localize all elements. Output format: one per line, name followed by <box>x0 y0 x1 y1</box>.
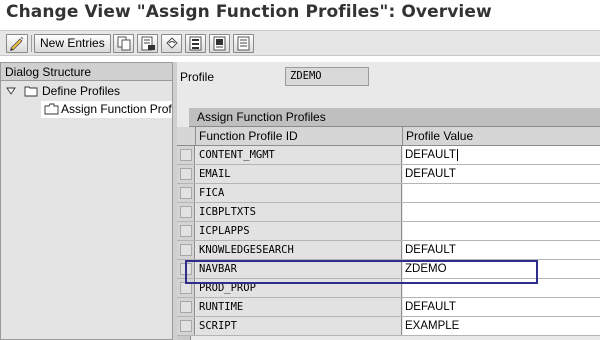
profile-value-input[interactable]: DEFAULT <box>403 146 600 164</box>
row-selector[interactable] <box>177 279 195 297</box>
title-bar: Change View "Assign Function Profiles": … <box>0 0 600 28</box>
text-cursor <box>456 148 458 161</box>
row-selector[interactable] <box>177 222 195 240</box>
folder-icon <box>44 103 59 115</box>
column-header-profile-value[interactable]: Profile Value <box>403 127 600 146</box>
row-selector[interactable] <box>177 165 195 183</box>
page-title: Change View "Assign Function Profiles": … <box>6 2 492 22</box>
function-profile-id-cell: NAVBAR <box>196 260 402 278</box>
toolbar-separator <box>31 35 32 52</box>
main-content: Profile ZDEMO Assign Function Profiles F… <box>177 62 600 340</box>
profile-label: Profile <box>180 70 215 84</box>
profile-value-input[interactable]: DEFAULT <box>403 298 600 316</box>
delete-icon[interactable] <box>137 34 158 53</box>
function-profile-id-cell: EMAIL <box>196 165 402 183</box>
table-title: Assign Function Profiles <box>189 108 600 127</box>
table-row: FICA <box>177 184 600 203</box>
table-row: PROD_PROP <box>177 279 600 298</box>
profile-value-input[interactable]: DEFAULT <box>403 165 600 183</box>
function-profile-id-cell: KNOWLEDGESEARCH <box>196 241 402 259</box>
function-profile-id-cell: ICPLAPPS <box>196 222 402 240</box>
table-row: ICBPLTXTS <box>177 203 600 222</box>
row-selector[interactable] <box>177 241 195 259</box>
edit-icon[interactable] <box>6 34 28 53</box>
deselect-all-icon[interactable] <box>233 34 254 53</box>
function-profile-id-cell: PROD_PROP <box>196 279 402 297</box>
profile-value-input[interactable] <box>403 222 600 240</box>
select-all-rows-button[interactable] <box>177 127 196 146</box>
function-profile-id-cell: CONTENT_MGMT <box>196 146 402 164</box>
folder-open-icon <box>24 86 38 97</box>
copy-icon[interactable] <box>113 34 134 53</box>
column-header-function-profile-id[interactable]: Function Profile ID <box>196 127 403 146</box>
row-selector[interactable] <box>177 184 195 202</box>
function-profile-id-cell: RUNTIME <box>196 298 402 316</box>
tree-item-assign-function-profiles[interactable]: Assign Function Prof <box>41 101 172 118</box>
undo-icon[interactable] <box>161 34 182 53</box>
dialog-structure-panel: Dialog Structure Define Profiles Assign … <box>0 62 173 340</box>
function-profile-id-cell: ICBPLTXTS <box>196 203 402 221</box>
expand-arrow-icon[interactable] <box>6 85 16 97</box>
tree-item-define-profiles[interactable]: Define Profiles <box>1 83 172 100</box>
row-selector[interactable] <box>177 317 195 335</box>
profile-value-input[interactable]: EXAMPLE <box>403 317 600 335</box>
profile-value-input[interactable] <box>403 203 600 221</box>
table-row: KNOWLEDGESEARCH DEFAULT <box>177 241 600 260</box>
function-profile-id-cell: FICA <box>196 184 402 202</box>
profile-field: ZDEMO <box>285 67 369 86</box>
row-selector[interactable] <box>177 203 195 221</box>
function-profile-id-cell: SCRIPT <box>196 317 402 335</box>
application-toolbar: New Entries <box>0 30 600 56</box>
profile-value-input[interactable]: ZDEMO <box>403 260 600 278</box>
table-row: NAVBAR ZDEMO <box>177 260 600 279</box>
table-row: ICPLAPPS <box>177 222 600 241</box>
profile-value-input[interactable] <box>403 279 600 297</box>
profile-value-input[interactable]: DEFAULT <box>403 241 600 259</box>
profile-value-text: DEFAULT <box>405 149 456 161</box>
table-row: RUNTIME DEFAULT <box>177 298 600 317</box>
table-row: SCRIPT EXAMPLE <box>177 317 600 336</box>
row-selector[interactable] <box>177 298 195 316</box>
new-entries-button[interactable]: New Entries <box>34 34 111 53</box>
row-selector[interactable] <box>177 146 195 164</box>
profile-value-input[interactable] <box>403 184 600 202</box>
new-entries-label: New Entries <box>40 36 105 50</box>
tree-item-label: Define Profiles <box>42 84 121 98</box>
table-control: Function Profile ID Profile Value CONTEN… <box>177 127 600 340</box>
select-block-icon[interactable] <box>209 34 230 53</box>
select-all-icon[interactable] <box>185 34 206 53</box>
table-row: EMAIL DEFAULT <box>177 165 600 184</box>
row-selector[interactable] <box>177 260 195 278</box>
table-row: CONTENT_MGMT DEFAULT <box>177 146 600 165</box>
tree-item-label: Assign Function Prof <box>61 102 172 116</box>
dialog-structure-header: Dialog Structure <box>1 63 172 81</box>
